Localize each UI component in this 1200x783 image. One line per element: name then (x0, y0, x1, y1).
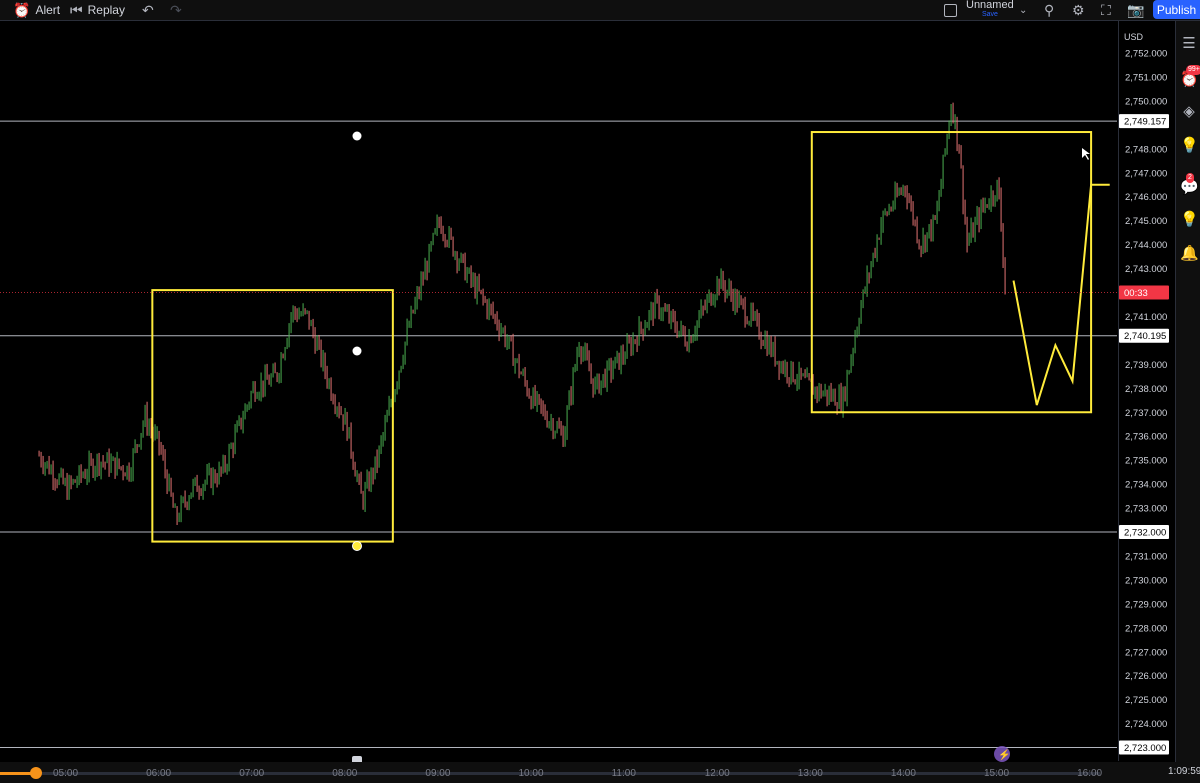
price-chart[interactable]: 2,752.0002,751.0002,750.0002,748.0002,74… (0, 0, 1200, 783)
time-tick-label: 07:00 (239, 768, 265, 779)
time-tick-label: 13:00 (797, 768, 823, 779)
notification-badge: 99+ (1186, 65, 1200, 75)
alert-markers (352, 131, 362, 551)
drawn-rectangle (810, 131, 1093, 414)
horizontal-lines (0, 120, 1117, 749)
price-bars (38, 102, 1006, 526)
currency-label[interactable]: USD (1124, 32, 1143, 42)
time-tick-label: 05:00 (53, 768, 79, 779)
drawn-rectangles (151, 131, 1093, 543)
cursor-arrow-icon (1082, 148, 1090, 160)
ideas-icon[interactable]: 💡 (1180, 137, 1199, 155)
drawn-rectangle (151, 289, 394, 543)
alert-marker (352, 346, 362, 356)
right-sidebar: ☰ ⏰ 99+ ◈ 💡 💬 2 💡 🔔 (1175, 21, 1200, 773)
time-tick-label: 15:00 (984, 768, 1010, 779)
projection-path (1012, 183, 1110, 406)
time-tick-label: 10:00 (518, 768, 544, 779)
alert-marker (352, 541, 362, 551)
alert-marker (352, 131, 362, 141)
time-tick-label: 08:00 (332, 768, 358, 779)
chat-badge: 2 (1186, 173, 1194, 183)
notifications-icon[interactable]: 🔔 (1180, 245, 1199, 263)
clock: 1:09:59 (1168, 766, 1200, 777)
svg-text:⚡: ⚡ (998, 748, 1010, 761)
layers-icon[interactable]: ◈ (1180, 103, 1198, 121)
streams-icon[interactable]: 💡 (1180, 211, 1199, 229)
time-axis[interactable] (0, 762, 1200, 783)
time-tick-label: 11:00 (611, 768, 636, 779)
time-tick-label: 06:00 (146, 768, 172, 779)
time-tick-label: 12:00 (704, 768, 730, 779)
price-axis[interactable] (1118, 21, 1175, 761)
time-tick-label: 09:00 (425, 768, 451, 779)
time-tick-label: 16:00 (1077, 768, 1103, 779)
time-tick-label: 14:00 (890, 768, 916, 779)
watchlist-icon[interactable]: ☰ (1180, 35, 1198, 53)
replay-handle[interactable] (30, 767, 42, 779)
